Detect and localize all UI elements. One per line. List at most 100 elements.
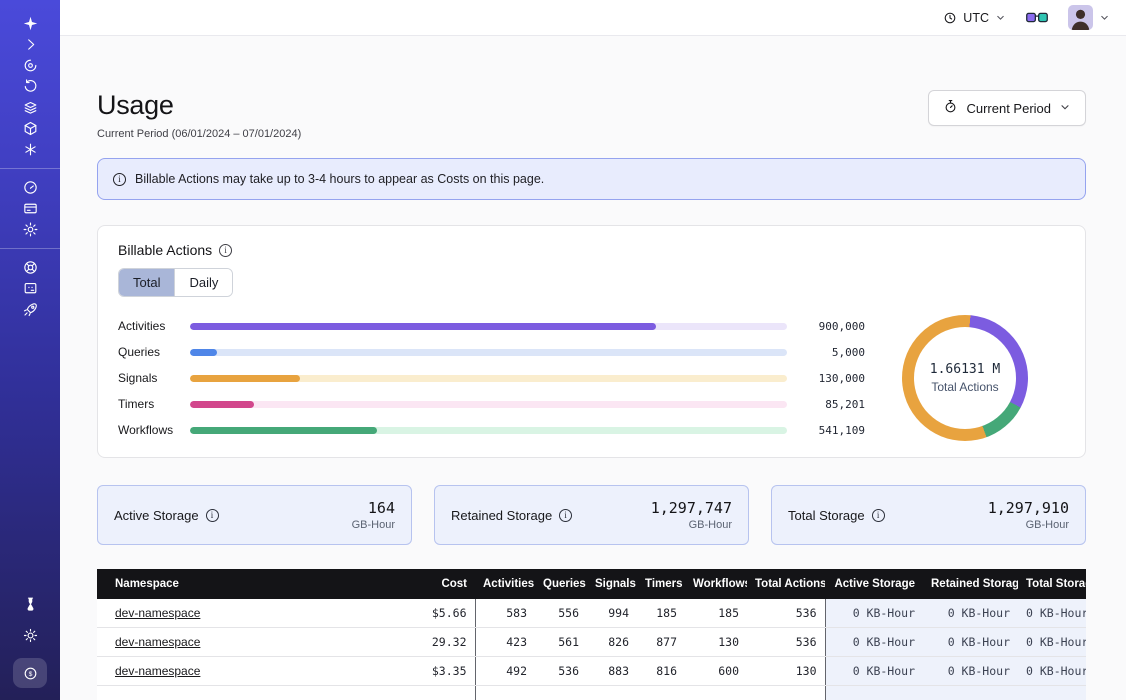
cell-activities: 423 [475, 628, 535, 657]
billing-card-icon[interactable] [14, 198, 46, 219]
donut-chart: 1.66131 M Total Actions [902, 315, 1028, 441]
cell-total-actions: 536 [747, 628, 825, 657]
cell-queries: 556 [535, 599, 587, 628]
table-row: dev-namespace $3.35 492 536 883 816 600 … [97, 657, 1086, 686]
cell-workflows: 185 [685, 599, 747, 628]
table-header: Namespace Cost Activities Queries Signal… [97, 569, 1086, 599]
sidebar-divider [0, 168, 60, 169]
page-title: Usage [97, 90, 301, 121]
bar-label: Activities [118, 319, 190, 333]
cell-active-storage: 0 KB-Hour [825, 628, 923, 657]
asterisk-icon[interactable] [14, 139, 46, 160]
table-row: dev-namespace 29.32 423 561 826 877 130 … [97, 628, 1086, 657]
info-icon[interactable] [872, 509, 885, 522]
namespace-link[interactable]: dev-namespace [115, 606, 200, 620]
storage-summary-row: Active Storage 164 GB-Hour Retained Stor… [97, 485, 1086, 545]
feedback-monitor-icon[interactable] [14, 278, 46, 299]
support-lifebuoy-icon[interactable] [14, 257, 46, 278]
cell-active-storage: 0 KB-Hour [825, 657, 923, 686]
cell-total-actions: 536 [747, 599, 825, 628]
user-menu[interactable] [1068, 5, 1110, 30]
cell-timers: 877 [637, 628, 685, 657]
cell-activities: 583 [475, 599, 535, 628]
billable-view-tabs: Total Daily [118, 268, 233, 297]
retry-clock-icon[interactable] [14, 76, 46, 97]
storage-value-number: 164 [352, 499, 395, 517]
bar-label: Queries [118, 345, 190, 359]
labs-flask-icon[interactable] [14, 594, 46, 615]
info-icon[interactable] [219, 244, 232, 257]
cube-icon[interactable] [14, 118, 46, 139]
avatar [1068, 5, 1093, 30]
cell-cost: 29.32 [397, 628, 475, 657]
billable-actions-title: Billable Actions [118, 242, 1065, 258]
cell-retained-storage: 0 KB-Hour [923, 657, 1018, 686]
col-active-storage: Active Storage [825, 569, 923, 599]
svg-text:$: $ [28, 671, 32, 678]
bar-value: 900,000 [803, 320, 865, 333]
cell-workflows: 600 [685, 657, 747, 686]
gauge-icon[interactable] [14, 177, 46, 198]
namespaces-spiral-icon[interactable] [14, 55, 46, 76]
storage-value-number: 1,297,910 [988, 499, 1069, 517]
storage-card: Total Storage 1,297,910 GB-Hour [771, 485, 1086, 545]
bar-chart: Activities 900,000 Queries [118, 319, 865, 437]
timezone-selector[interactable]: UTC [943, 11, 1006, 25]
donut-center: 1.66131 M Total Actions [902, 315, 1028, 441]
tab-total[interactable]: Total [119, 269, 174, 296]
bar-value: 130,000 [803, 372, 865, 385]
layers-icon[interactable] [14, 97, 46, 118]
bar-fill [190, 323, 656, 330]
bar-row: Workflows 541,109 [118, 423, 865, 437]
storage-card-value: 164 GB-Hour [352, 499, 395, 531]
cell-signals: 826 [587, 628, 637, 657]
bar-label: Timers [118, 397, 190, 411]
bar-value: 5,000 [803, 346, 865, 359]
settings-gear-icon[interactable] [14, 219, 46, 240]
cell-retained-storage: 0 KB-Hour [923, 599, 1018, 628]
bar-track [190, 323, 787, 330]
cell-total-storage: 0 KB-Hour [1018, 657, 1086, 686]
cell-workflows: 130 [685, 628, 747, 657]
bar-track [190, 375, 787, 382]
donut-total-label: Total Actions [931, 380, 998, 394]
storage-value-unit: GB-Hour [651, 519, 732, 531]
cell-total-actions: 130 [747, 657, 825, 686]
expand-sidebar-chevron-icon[interactable] [14, 34, 46, 55]
bar-value: 541,109 [803, 424, 865, 437]
glasses-icon[interactable] [1026, 11, 1048, 24]
storage-card-value: 1,297,747 GB-Hour [651, 499, 732, 531]
stopwatch-icon [943, 99, 958, 117]
info-icon[interactable] [206, 509, 219, 522]
storage-label-text: Total Storage [788, 508, 865, 523]
cell-queries: 561 [535, 628, 587, 657]
bar-fill [190, 401, 254, 408]
namespace-link[interactable]: dev-namespace [115, 635, 200, 649]
chevron-down-icon [995, 12, 1006, 23]
topbar: UTC [60, 0, 1126, 36]
cell-signals: 883 [587, 657, 637, 686]
storage-value-unit: GB-Hour [352, 519, 395, 531]
period-button-label: Current Period [966, 101, 1051, 116]
bar-fill [190, 427, 377, 434]
cell-active-storage: 0 KB-Hour [825, 599, 923, 628]
tab-daily[interactable]: Daily [174, 269, 232, 296]
info-icon[interactable] [559, 509, 572, 522]
info-banner: Billable Actions may take up to 3-4 hour… [97, 158, 1086, 200]
usage-dollar-icon[interactable]: $ [13, 658, 47, 688]
info-icon [113, 173, 126, 186]
chevron-down-icon [1059, 101, 1071, 116]
period-selector-button[interactable]: Current Period [928, 90, 1086, 126]
temporal-logo-icon[interactable] [14, 13, 46, 34]
theme-sun-icon[interactable] [14, 625, 46, 646]
col-total-actions: Total Actions [747, 569, 825, 599]
rocket-icon[interactable] [14, 299, 46, 320]
namespace-link[interactable]: dev-namespace [115, 664, 200, 678]
bar-label: Signals [118, 371, 190, 385]
storage-label-text: Retained Storage [451, 508, 552, 523]
billable-actions-card: Billable Actions Total Daily Activities [97, 225, 1086, 458]
timezone-label: UTC [963, 11, 989, 25]
col-timers: Timers [637, 569, 685, 599]
col-queries: Queries [535, 569, 587, 599]
col-signals: Signals [587, 569, 637, 599]
